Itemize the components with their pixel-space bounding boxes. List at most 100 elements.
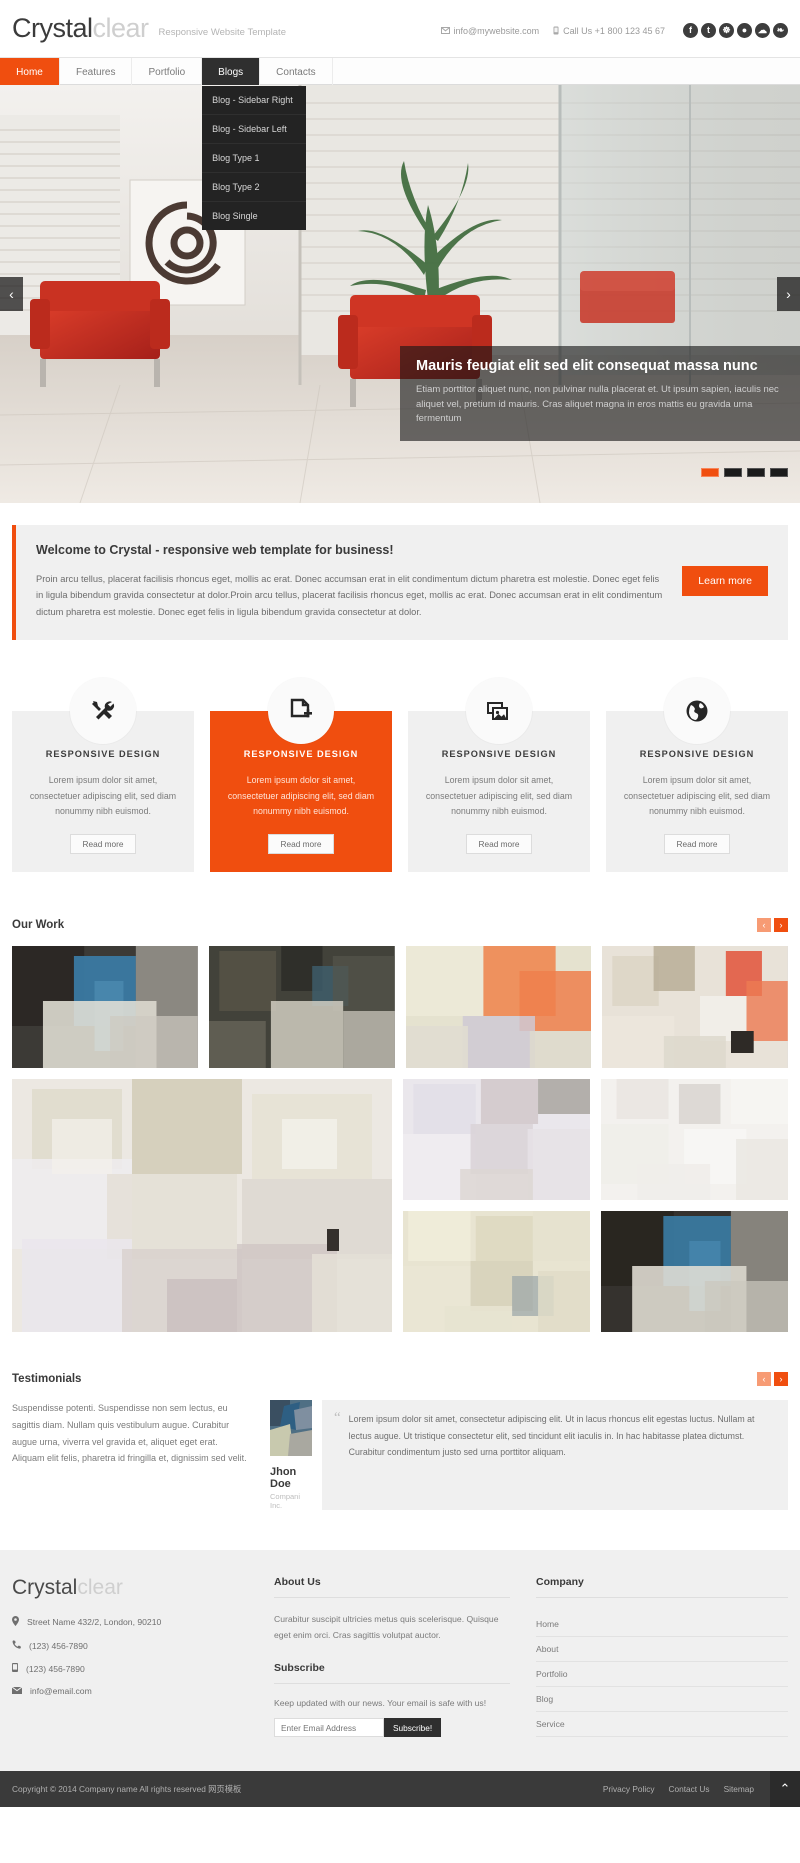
footer-contact-column: Crystalclear Street Name 432/2, London, …	[11, 1576, 248, 1737]
portfolio-row-bottom	[12, 1079, 788, 1333]
dropdown-item-blog-sidebar-left[interactable]: Blog - Sidebar Left	[202, 115, 307, 144]
testimonials-prev-button[interactable]: ‹	[757, 1372, 771, 1387]
service-card-4-readmore[interactable]: Read more	[664, 834, 730, 855]
footer-address: Street Name 432/2, London, 90210	[12, 1616, 248, 1628]
portfolio-item-1[interactable]	[12, 946, 198, 1069]
our-work-header: Our Work ‹ ›	[12, 918, 788, 933]
document-add-icon	[268, 677, 334, 744]
welcome-text-block: Welcome to Crystal - responsive web temp…	[36, 543, 682, 620]
footer-link-service[interactable]: Service	[536, 1712, 788, 1738]
testimonials-header: Testimonials ‹ ›	[12, 1372, 788, 1387]
chevron-left-icon: ‹	[762, 1374, 766, 1385]
testimonial-author-name: Jhon Doe	[270, 1466, 297, 1491]
logo-accent: clear	[92, 13, 150, 43]
slider-page-1[interactable]	[701, 468, 719, 477]
service-card-2-text: Lorem ipsum dolor sit amet, consectetuer…	[227, 774, 375, 817]
welcome-body: Proin arcu tellus, placerat facilisis rh…	[36, 574, 663, 617]
site-footer: Crystalclear Street Name 432/2, London, …	[0, 1550, 800, 1772]
chevron-right-icon: ›	[779, 920, 783, 931]
footer-logo-main: Crystal	[12, 1576, 78, 1600]
dropdown-item-blog-sidebar-right[interactable]: Blog - Sidebar Right	[202, 86, 307, 115]
portfolio-item-7[interactable]	[601, 1079, 788, 1201]
testimonial-author-company: Compani Inc.	[270, 1492, 301, 1511]
slider-caption-text: Etiam porttitor aliquet nunc, non pulvin…	[416, 383, 779, 425]
portfolio-item-5-large[interactable]	[12, 1079, 392, 1333]
footer-about-text: Curabitur suscipit ultricies metus quis …	[274, 1614, 499, 1641]
flame-icon[interactable]: ❧	[773, 23, 788, 38]
slider-next-button[interactable]: ›	[777, 277, 800, 311]
header-phone[interactable]: Call Us +1 800 123 45 67	[553, 26, 665, 36]
footer-mobile: (123) 456-7890	[12, 1663, 248, 1674]
slider-page-2[interactable]	[724, 468, 742, 477]
site-logo[interactable]: Crystalclear	[12, 15, 149, 42]
learn-more-button[interactable]: Learn more	[682, 566, 768, 597]
site-header: Crystalclear Responsive Website Template…	[0, 0, 800, 57]
social-links: f t ☸ ● ☁ ❧	[683, 23, 788, 38]
dropdown-item-blog-type-1[interactable]: Blog Type 1	[202, 144, 307, 173]
testimonials-title: Testimonials	[12, 1373, 82, 1386]
welcome-banner: Welcome to Crystal - responsive web temp…	[12, 525, 788, 640]
footer-logo-accent: clear	[77, 1576, 123, 1600]
service-card-4: RESPONSIVE DESIGN Lorem ipsum dolor sit …	[606, 677, 788, 873]
footer-logo[interactable]: Crystalclear	[12, 1576, 248, 1600]
footer-link-portfolio[interactable]: Portfolio	[536, 1662, 788, 1688]
footer-address-text: Street Name 432/2, London, 90210	[27, 1617, 162, 1628]
portfolio-item-9[interactable]	[601, 1211, 788, 1333]
slider-page-4[interactable]	[770, 468, 788, 477]
cloud-icon[interactable]: ☁	[755, 23, 770, 38]
slider-page-3[interactable]	[747, 468, 765, 477]
avatar	[270, 1400, 312, 1457]
contact-us-link[interactable]: Contact Us	[669, 1784, 710, 1794]
chevron-left-icon: ‹	[762, 920, 766, 931]
our-work-next-button[interactable]: ›	[774, 918, 788, 933]
scroll-to-top-button[interactable]: ⌃	[770, 1771, 800, 1808]
nav-item-blogs[interactable]: Blogs Blog - Sidebar Right Blog - Sideba…	[202, 58, 307, 230]
privacy-policy-link[interactable]: Privacy Policy	[603, 1784, 655, 1794]
portfolio-item-3[interactable]	[405, 946, 592, 1069]
service-card-2-readmore[interactable]: Read more	[268, 834, 334, 855]
footer-link-home[interactable]: Home	[536, 1612, 788, 1638]
mobile-icon	[553, 26, 559, 35]
page-root: Crystalclear Responsive Website Template…	[0, 0, 800, 1808]
slider-caption-title: Mauris feugiat elit sed elit consequat m…	[416, 357, 758, 374]
facebook-icon[interactable]: f	[683, 23, 698, 38]
footer-link-about[interactable]: About	[536, 1637, 788, 1663]
dribbble-icon[interactable]: ●	[737, 23, 752, 38]
nav-item-contacts[interactable]: Contacts	[260, 58, 333, 86]
portfolio-item-4[interactable]	[602, 946, 788, 1069]
subscribe-email-input[interactable]	[274, 1718, 384, 1738]
testimonials-section: Testimonials ‹ › Suspendisse potenti. Su…	[0, 1372, 800, 1511]
subscribe-button[interactable]: Subscribe!	[384, 1718, 442, 1738]
chevron-left-icon: ‹	[9, 286, 14, 302]
nav-item-features[interactable]: Features	[60, 58, 133, 86]
footer-link-blog[interactable]: Blog	[536, 1687, 788, 1713]
mobile-icon	[12, 1663, 18, 1674]
wheel-icon[interactable]: ☸	[719, 23, 734, 38]
sitemap-link[interactable]: Sitemap	[724, 1784, 754, 1794]
dropdown-item-blog-single[interactable]: Blog Single	[202, 202, 306, 230]
slider-pagination	[701, 468, 788, 477]
nav-item-portfolio[interactable]: Portfolio	[132, 58, 203, 86]
cloud-glyph: ☁	[758, 25, 767, 35]
testimonials-arrows: ‹ ›	[757, 1372, 788, 1387]
testimonials-next-button[interactable]: ›	[774, 1372, 788, 1387]
envelope-icon	[440, 27, 450, 34]
testimonial-quote-text: Lorem ipsum dolor sit amet, consectetur …	[348, 1414, 755, 1457]
slider-prev-button[interactable]: ‹	[0, 277, 23, 311]
portfolio-item-8[interactable]	[403, 1211, 590, 1333]
footer-company-column: Company Home About Portfolio Blog Servic…	[536, 1576, 788, 1738]
service-card-1-readmore[interactable]: Read more	[70, 834, 136, 855]
header-email[interactable]: info@mywebsite.com	[440, 26, 539, 36]
nav-item-home[interactable]: Home	[0, 58, 60, 86]
dropdown-item-blog-type-2[interactable]: Blog Type 2	[202, 173, 307, 202]
footer-phone: (123) 456-7890	[12, 1640, 248, 1651]
service-card-1-text: Lorem ipsum dolor sit amet, consectetuer…	[29, 774, 177, 817]
our-work-prev-button[interactable]: ‹	[757, 918, 771, 933]
portfolio-item-2[interactable]	[208, 946, 395, 1069]
tumblr-icon[interactable]: t	[701, 23, 716, 38]
our-work-section: Our Work ‹ ›	[0, 918, 800, 1333]
portfolio-item-6[interactable]	[403, 1079, 590, 1201]
nav-item-blogs-label: Blogs	[218, 66, 244, 78]
testimonial-avatar-column: Jhon Doe Compani Inc.	[270, 1400, 312, 1510]
service-card-3-readmore[interactable]: Read more	[466, 834, 532, 855]
